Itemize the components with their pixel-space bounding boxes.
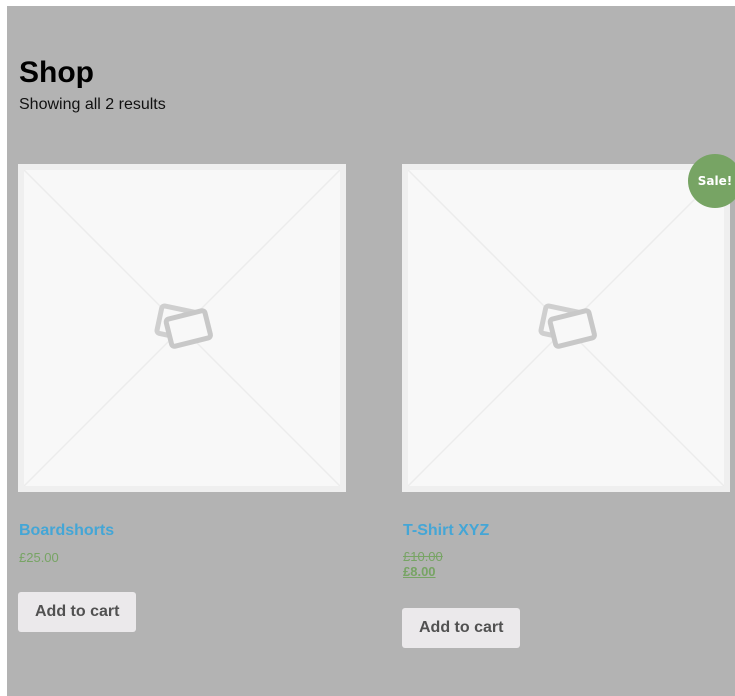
- product-price: £25.00: [19, 550, 59, 566]
- add-to-cart-button[interactable]: Add to cart: [402, 608, 521, 648]
- page-title: Shop: [19, 56, 94, 89]
- product-price: £10.00 £8.00: [403, 549, 443, 580]
- sale-price: £8.00: [403, 564, 436, 579]
- placeholder-image-icon: [24, 170, 340, 486]
- product-image-link[interactable]: [18, 164, 346, 492]
- product-image: [24, 170, 340, 486]
- sale-badge: Sale!: [688, 154, 735, 208]
- price-amount: £25.00: [19, 550, 59, 565]
- placeholder-image-icon: [408, 170, 724, 486]
- product-title[interactable]: Boardshorts: [19, 522, 114, 540]
- product-image: [408, 170, 724, 486]
- result-count: Showing all 2 results: [19, 96, 166, 113]
- add-to-cart-button[interactable]: Add to cart: [18, 592, 137, 632]
- old-price: £10.00: [403, 549, 443, 564]
- product-card-tshirt-xyz: Sale! T-Shirt XYZ £10.00 £8.00 Add to ca…: [402, 154, 735, 648]
- shop-page: Shop Showing all 2 results Boardshorts £…: [7, 6, 735, 696]
- product-title[interactable]: T-Shirt XYZ: [403, 522, 489, 540]
- product-image-link[interactable]: Sale!: [402, 154, 735, 492]
- product-card-boardshorts: Boardshorts £25.00 Add to cart: [18, 164, 348, 632]
